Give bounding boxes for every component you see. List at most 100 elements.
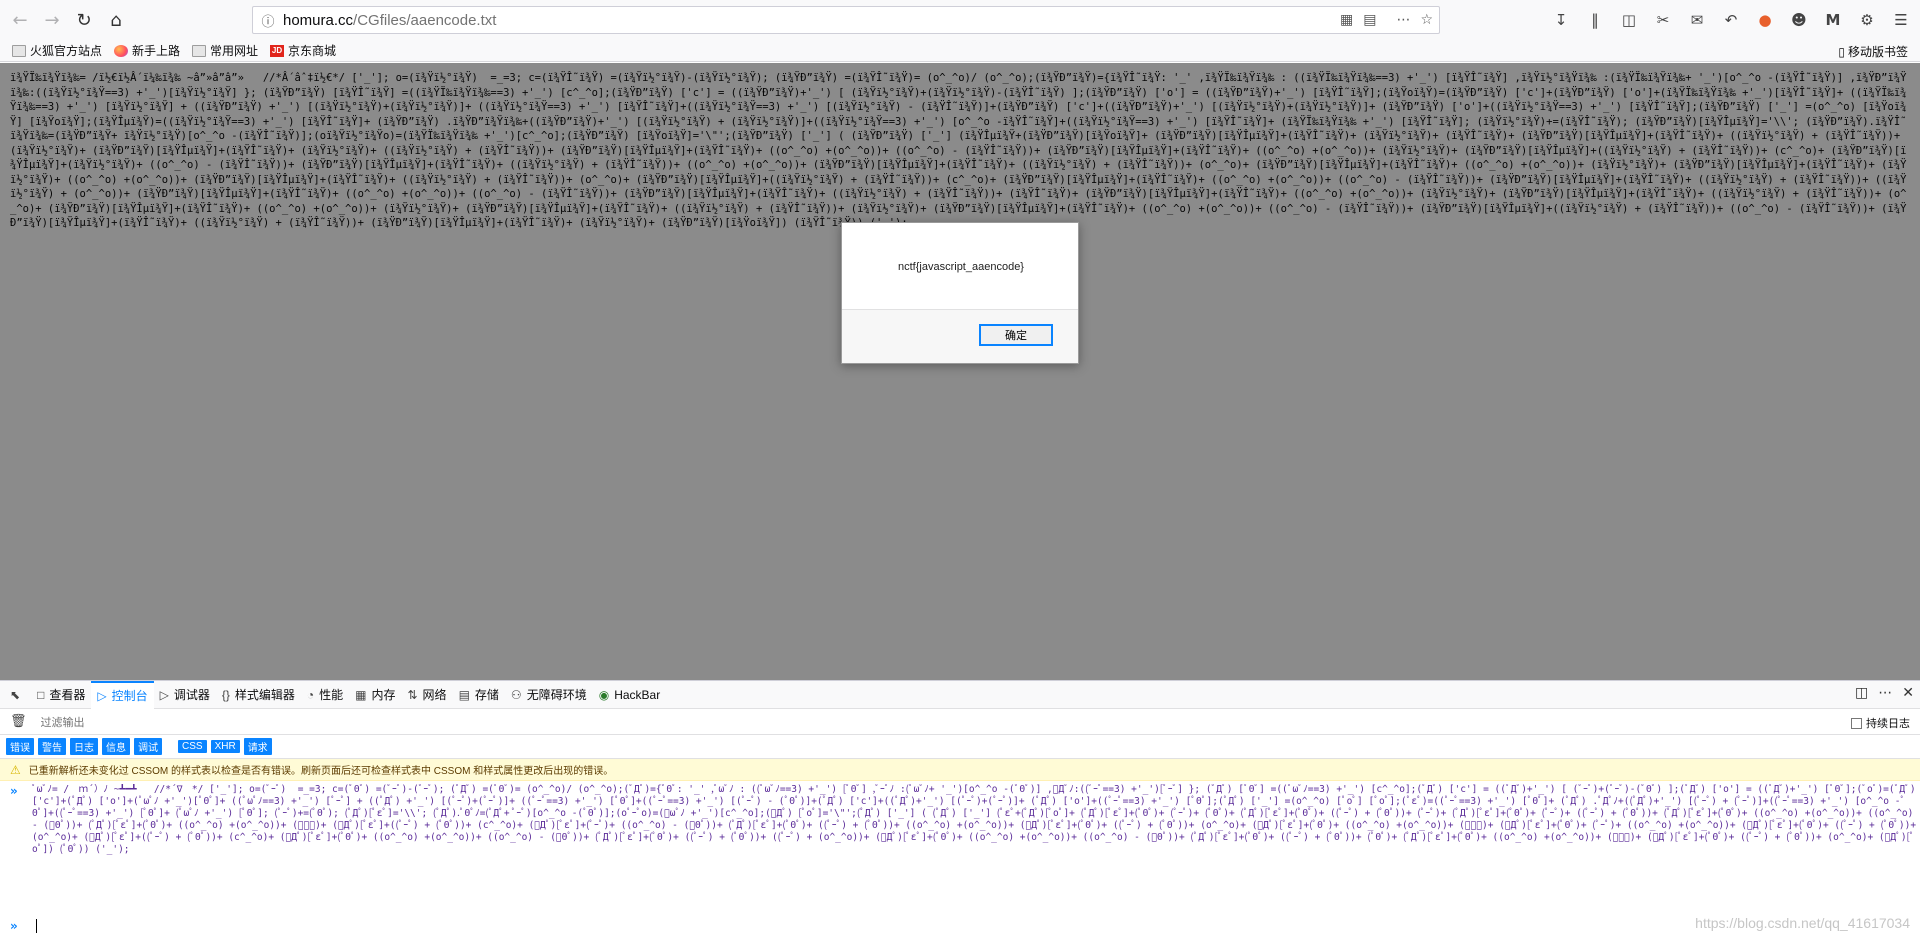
page-actions-icon[interactable]: ⋯ bbox=[1396, 12, 1410, 28]
tab-debugger[interactable]: ▷ 调试器 bbox=[154, 681, 216, 709]
bookmark-item[interactable]: 火狐官方站点 bbox=[12, 42, 102, 59]
modal-overlay bbox=[0, 63, 1920, 680]
tab-label: 样式编辑器 bbox=[234, 688, 295, 702]
qr-code-icon[interactable]: ▦ bbox=[1340, 12, 1353, 28]
alert-message: nctf{javascript_aaencode} bbox=[898, 261, 1024, 273]
command-prompt-icon: » bbox=[10, 919, 18, 933]
tab-label: 无障碍环境 bbox=[526, 688, 587, 702]
filter-css[interactable]: CSS bbox=[178, 740, 207, 753]
console-icon: ▷ bbox=[97, 688, 107, 703]
folder-icon bbox=[12, 44, 26, 57]
folder-icon bbox=[192, 44, 207, 57]
sidebar-icon[interactable]: ◫ bbox=[1616, 6, 1642, 34]
bookmark-item[interactable]: JD 京东商城 bbox=[270, 42, 336, 59]
warning-icon: ⚠ bbox=[10, 762, 21, 777]
filter-warnings[interactable]: 警告 bbox=[38, 738, 66, 755]
tab-inspector[interactable]: □ 查看器 bbox=[31, 681, 91, 709]
extension-gear-icon[interactable]: ⚙ bbox=[1854, 6, 1880, 34]
bookmark-star-icon[interactable]: ☆ bbox=[1420, 12, 1433, 28]
filter-input[interactable]: 过滤输出 bbox=[41, 714, 85, 730]
hackbar-icon: ◉ bbox=[598, 687, 610, 702]
url-path: /CGfiles/aaencode.txt bbox=[353, 11, 497, 29]
devtools-panel: ⬉ □ 查看器 ▷ 控制台 ▷ 调试器 {} 样式编辑器 ◔ 性能 ▦ 内存 ⇅ 网络 ▤ 存储… bbox=[0, 680, 1920, 937]
inspector-icon: □ bbox=[37, 687, 45, 702]
tab-storage[interactable]: ▤ 存储 bbox=[453, 681, 505, 709]
dock-icon[interactable]: ◫ bbox=[1855, 685, 1868, 701]
memory-icon: ▦ bbox=[355, 687, 367, 702]
persist-logs[interactable]: 持续日志 bbox=[1851, 715, 1910, 731]
devtools-tabs: ⬉ □ 查看器 ▷ 控制台 ▷ 调试器 {} 样式编辑器 ◔ 性能 ▦ 内存 ⇅ 网络 ▤ 存储… bbox=[0, 680, 1920, 709]
console-warning: ⚠ 已重新解析还未变化过 CSSOM 的样式表以检查是否有错误。刷新页面后还可检查… bbox=[0, 759, 1920, 781]
filter-debug[interactable]: 调试 bbox=[134, 738, 162, 755]
reload-icon[interactable]: ↻ bbox=[70, 6, 98, 34]
console-input-echo: ﾟωﾟﾉ= /｀ｍ´）ﾉ ~┻━┻ //*´∇｀*/ ['_']; o=(ﾟｰﾟ… bbox=[31, 784, 1917, 855]
input-prompt-icon: » bbox=[10, 784, 18, 798]
console-filter-bar: 🗑 过滤输出 持续日志 bbox=[0, 709, 1920, 735]
mobile-icon: ▯ bbox=[1838, 44, 1845, 59]
close-icon[interactable]: ✕ bbox=[1902, 685, 1914, 701]
debugger-icon: ▷ bbox=[159, 687, 169, 702]
downloads-icon[interactable]: ↧ bbox=[1548, 6, 1574, 34]
alert-dialog: nctf{javascript_aaencode} 确定 bbox=[841, 222, 1079, 364]
bookmark-item[interactable]: 常用网址 bbox=[192, 42, 258, 59]
watermark: https://blog.csdn.net/qq_41617034 bbox=[1695, 915, 1910, 931]
tab-label: 调试器 bbox=[173, 688, 210, 702]
tab-accessibility[interactable]: ⚇ 无障碍环境 bbox=[505, 681, 593, 709]
persist-checkbox[interactable] bbox=[1851, 717, 1862, 729]
tab-style-editor[interactable]: {} 样式编辑器 bbox=[216, 681, 301, 709]
mobile-bookmarks-label: 移动版书签 bbox=[1847, 45, 1908, 59]
tab-console[interactable]: ▷ 控制台 bbox=[91, 680, 154, 709]
url-text[interactable]: homura.cc/CGfiles/aaencode.txt bbox=[283, 12, 496, 29]
library-icon[interactable]: ‖ bbox=[1582, 6, 1608, 34]
bookmark-label: 新手上路 bbox=[132, 44, 181, 58]
tab-label: HackBar bbox=[614, 687, 661, 702]
bookmark-label: 火狐官方站点 bbox=[30, 44, 103, 58]
screenshot-icon[interactable]: ✂ bbox=[1650, 6, 1676, 34]
browser-toolbar: ← → ↻ ⌂ ⓘ homura.cc/CGfiles/aaencode.txt… bbox=[0, 0, 1920, 40]
home-icon[interactable]: ⌂ bbox=[102, 6, 130, 34]
undo-icon[interactable]: ↶ bbox=[1718, 6, 1744, 34]
url-bar[interactable]: ⓘ homura.cc/CGfiles/aaencode.txt ▦ ▤ ⋯ ☆ bbox=[252, 6, 1440, 34]
mobile-bookmarks[interactable]: ▯ 移动版书签 bbox=[1838, 43, 1908, 60]
log-level-filters: 错误 警告 日志 信息 调试 CSS XHR 请求 bbox=[0, 735, 1920, 759]
pick-element-icon: ⬉ bbox=[10, 687, 21, 702]
tab-label: 网络 bbox=[422, 688, 447, 702]
filter-xhr[interactable]: XHR bbox=[210, 740, 240, 753]
filter-errors[interactable]: 错误 bbox=[6, 738, 34, 755]
firefox-icon bbox=[114, 44, 129, 57]
warning-text: 已重新解析还未变化过 CSSOM 的样式表以检查是否有错误。刷新页面后还可检查样… bbox=[28, 766, 614, 777]
extension-orange-icon[interactable]: ● bbox=[1752, 6, 1778, 34]
jd-icon: JD bbox=[270, 44, 285, 57]
tab-label: 查看器 bbox=[49, 688, 86, 702]
extension-m-icon[interactable]: M bbox=[1820, 6, 1846, 34]
pick-element-button[interactable]: ⬉ bbox=[4, 681, 31, 709]
storage-icon: ▤ bbox=[458, 687, 470, 702]
site-info-icon[interactable]: ⓘ bbox=[253, 11, 283, 30]
back-icon[interactable]: ← bbox=[6, 6, 34, 34]
tab-label: 存储 bbox=[474, 688, 499, 702]
filter-info[interactable]: 信息 bbox=[102, 738, 130, 755]
tab-label: 控制台 bbox=[111, 689, 148, 703]
console-command-line[interactable]: » bbox=[10, 919, 37, 933]
filter-requests[interactable]: 请求 bbox=[243, 738, 272, 755]
account-icon[interactable]: ☻ bbox=[1786, 6, 1812, 34]
performance-icon: ◔ bbox=[306, 687, 315, 702]
tab-network[interactable]: ⇅ 网络 bbox=[401, 681, 452, 709]
filter-logs[interactable]: 日志 bbox=[70, 738, 98, 755]
forward-icon[interactable]: → bbox=[38, 6, 66, 34]
tab-performance[interactable]: ◔ 性能 bbox=[301, 681, 349, 709]
devtools-menu-icon[interactable]: ⋯ bbox=[1878, 685, 1892, 701]
reader-view-icon[interactable]: ▤ bbox=[1363, 12, 1376, 28]
tab-hackbar[interactable]: ◉ HackBar bbox=[593, 681, 667, 709]
network-icon: ⇅ bbox=[407, 687, 418, 702]
chat-icon[interactable]: ✉ bbox=[1684, 6, 1710, 34]
console-entry: » ﾟωﾟﾉ= /｀ｍ´）ﾉ ~┻━┻ //*´∇｀*/ ['_']; o=(ﾟ… bbox=[0, 781, 1920, 896]
bookmark-label: 京东商城 bbox=[288, 44, 337, 58]
text-caret bbox=[36, 919, 37, 933]
menu-icon[interactable]: ☰ bbox=[1888, 6, 1914, 34]
tab-memory[interactable]: ▦ 内存 bbox=[349, 681, 401, 709]
ok-button[interactable]: 确定 bbox=[979, 324, 1053, 346]
trash-icon[interactable]: 🗑 bbox=[10, 714, 27, 729]
tab-label: 内存 bbox=[371, 688, 396, 702]
bookmark-item[interactable]: 新手上路 bbox=[114, 42, 180, 59]
